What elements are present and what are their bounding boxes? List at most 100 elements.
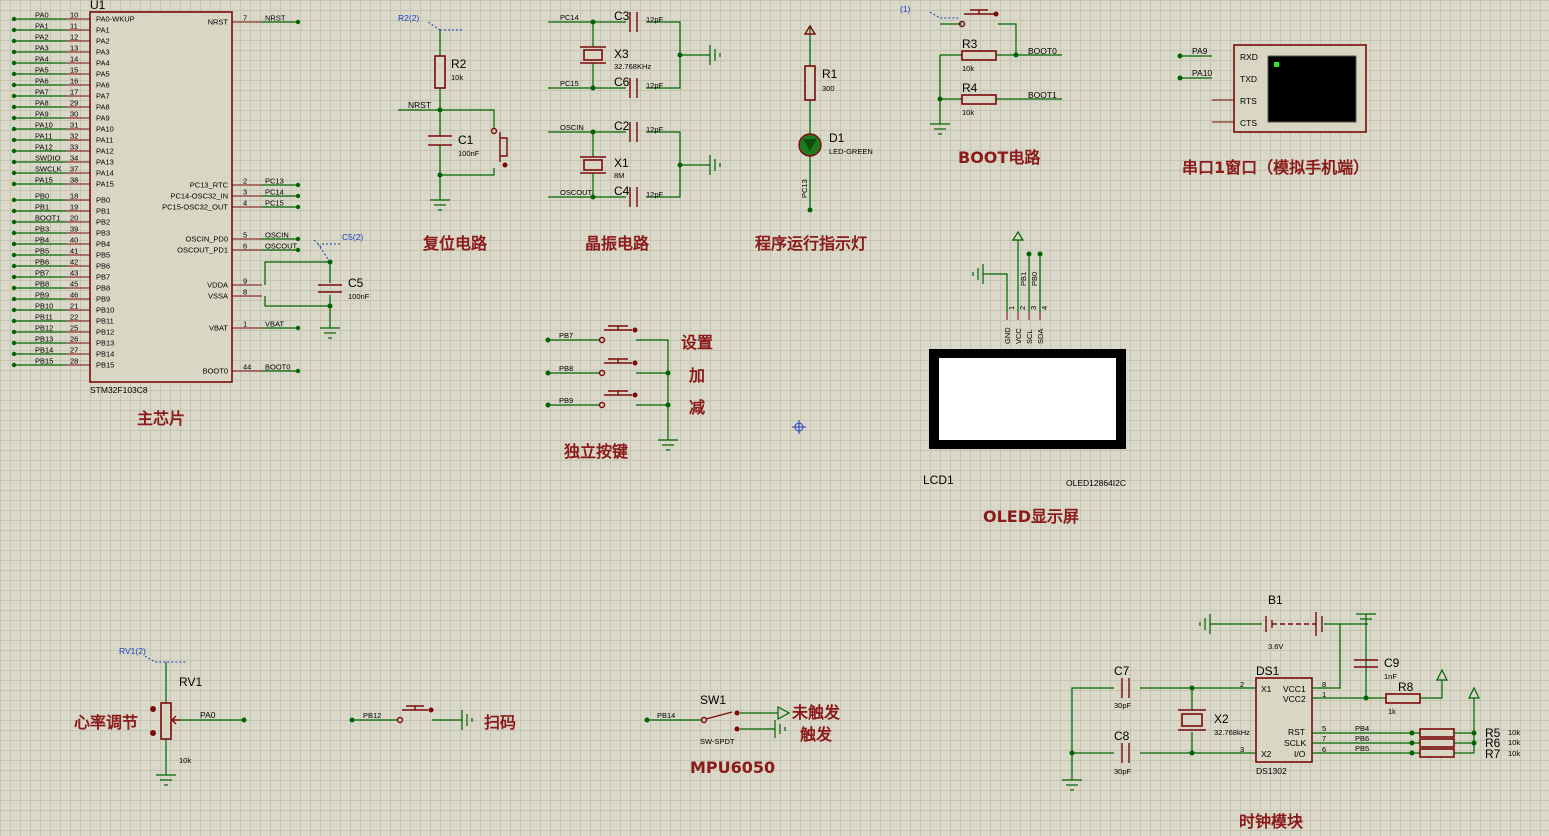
mcu-left-net: PA9 — [35, 110, 49, 119]
x2-crystal[interactable] — [1181, 713, 1203, 727]
mcu-left-pin-num: 40 — [70, 236, 78, 245]
mcu-left-pin-name: PB5 — [96, 251, 110, 260]
x3-crystal[interactable] — [583, 49, 603, 61]
c6-value: 12pF — [646, 81, 664, 90]
oled-pin-num-4: 4 — [1040, 306, 1049, 310]
mcu-left-pin-num: 31 — [70, 121, 78, 130]
rv1-ref: RV1 — [179, 675, 202, 689]
mcu-left-net: PB4 — [35, 236, 49, 245]
key-net-pb9: PB9 — [559, 396, 573, 405]
mcu-left-pin-num: 27 — [70, 346, 78, 355]
c7-ref: C7 — [1114, 664, 1130, 678]
mcu-right-net: PC15 — [265, 199, 284, 208]
r7-ref: R7 — [1485, 747, 1501, 761]
boot-probe: (1) — [900, 4, 911, 14]
ds-pin-x1: X1 — [1261, 684, 1272, 694]
mcu-left-pin-num: 22 — [70, 313, 78, 322]
mcu-left-net: PB13 — [35, 335, 53, 344]
crystal-circuit: C3 12pF C6 12pF X3 32.768KHz PC14 PC15 C… — [548, 9, 721, 207]
title-mpu: MPU6050 — [690, 758, 775, 777]
mcu-left-net: PB3 — [35, 225, 49, 234]
c4-value: 12pF — [646, 190, 664, 199]
title-crystal: 晶振电路 — [585, 234, 650, 253]
mcu-left-net: PA2 — [35, 33, 49, 42]
mcu-left-net: SWCLK — [35, 165, 62, 174]
x1-value: 8M — [614, 171, 624, 180]
rv1-potentiometer[interactable] — [160, 702, 172, 740]
scan-circuit: PB12 — [349, 705, 473, 730]
mcu-left-pin-name: PB3 — [96, 229, 110, 238]
c2-value: 12pF — [646, 125, 664, 134]
ds-num-5: 5 — [1322, 724, 1326, 733]
key-net-pb8: PB8 — [559, 364, 573, 373]
r3-resistor[interactable] — [961, 50, 997, 61]
mcu-left-net: PB1 — [35, 203, 49, 212]
r7-resistor[interactable] — [1419, 748, 1455, 758]
r8-value: 1k — [1388, 707, 1396, 716]
mcu-left-pin-name: PB8 — [96, 284, 110, 293]
r6-value: 10k — [1508, 738, 1520, 747]
r1-value: 300 — [822, 84, 835, 93]
mcu-left-pin-name: PB4 — [96, 240, 110, 249]
mcu-left-net: PA5 — [35, 66, 49, 75]
mcu-left-pin-name: PA0-WKUP — [96, 15, 135, 24]
key-net-pb7: PB7 — [559, 331, 573, 340]
b1-ref: B1 — [1268, 593, 1283, 607]
mcu-left-pin-num: 30 — [70, 110, 78, 119]
ds-pin-io: I/O — [1294, 749, 1306, 759]
mcu-left-pin-name: PA5 — [96, 70, 110, 79]
mcu-left-net: PA7 — [35, 88, 49, 97]
r1-resistor[interactable] — [804, 65, 816, 101]
mcu-right-pin-num: 2 — [243, 177, 247, 186]
mcu-u1[interactable]: U1 STM32F103C8 PA0 10 PA0-WKUPPA1 11 PA1PA2 1… — [11, 0, 301, 395]
mcu-right-pin-num: 8 — [243, 288, 247, 297]
r1-ref: R1 — [822, 67, 838, 81]
oled-net-pb1: PB1 — [1019, 272, 1028, 286]
mcu-right-pin-num: 6 — [243, 242, 247, 251]
oled-pin-gnd: GND — [1003, 327, 1012, 344]
mcu-left-pin-num: 38 — [70, 176, 78, 185]
uart-terminal[interactable]: PA9 PA10 RXD TXD RTS CTS — [1177, 44, 1367, 133]
mcu-left-pin-name: PB6 — [96, 262, 110, 271]
mcu-left-pin-num: 19 — [70, 203, 78, 212]
oled-pin-scl: SCL — [1025, 329, 1034, 344]
terminal-screen — [1267, 55, 1357, 123]
mcu-right-pin-name: OSCOUT_PD1 — [177, 246, 228, 255]
mcu-left-net: PB11 — [35, 313, 53, 322]
r5-resistor[interactable] — [1419, 728, 1455, 738]
mcu-left-pin-num: 21 — [70, 302, 78, 311]
reset-circuit: R2(2) R2 10k NRST C1 100nF — [398, 13, 508, 211]
mcu-left-net: PA11 — [35, 132, 52, 141]
mcu-left-pin-name: PB2 — [96, 218, 110, 227]
key-label-minus: 减 — [689, 398, 705, 417]
mcu-left-pin-name: PA8 — [96, 103, 110, 112]
r6-resistor[interactable] — [1419, 738, 1455, 748]
r8-ref: R8 — [1398, 680, 1414, 694]
mcu-left-pin-name: PA2 — [96, 37, 110, 46]
r2-ref: R2 — [451, 57, 467, 71]
r2-value: 10k — [451, 73, 463, 82]
r2-resistor[interactable] — [434, 55, 446, 89]
oled-pin-num-1: 1 — [1007, 306, 1016, 310]
r8-resistor[interactable] — [1385, 693, 1421, 704]
r3-value: 10k — [962, 64, 974, 73]
x1-crystal[interactable] — [583, 159, 603, 171]
mcu-right-net: PC13 — [265, 177, 284, 186]
ds1-ref: DS1 — [1256, 664, 1280, 678]
uart-pin-cts: CTS — [1240, 118, 1257, 128]
mcu-left-pin-name: PA12 — [96, 147, 114, 156]
sw1-part: SW-SPDT — [700, 737, 735, 746]
mpu-switch[interactable]: PB14 SW1 SW-SPDT — [644, 693, 791, 746]
mcu-left-net: PA1 — [35, 22, 49, 31]
title-clock: 时钟模块 — [1239, 812, 1304, 831]
title-keys: 独立按键 — [564, 442, 628, 461]
r4-resistor[interactable] — [961, 94, 997, 105]
c6-ref: C6 — [614, 75, 630, 89]
mcu-left-pin-name: PB15 — [96, 361, 114, 370]
oled-net-pb0: PB0 — [1030, 272, 1039, 286]
net-boot0: BOOT0 — [1028, 46, 1057, 56]
mcu-left-pin-num: 29 — [70, 99, 78, 108]
mcu-left-pin-num: 46 — [70, 291, 78, 300]
mpu-state-on: 触发 — [799, 725, 833, 744]
oled-display[interactable]: PB1 PB0 1 2 3 4 GND VCC SCL SDA LCD1 OLE… — [923, 230, 1126, 488]
